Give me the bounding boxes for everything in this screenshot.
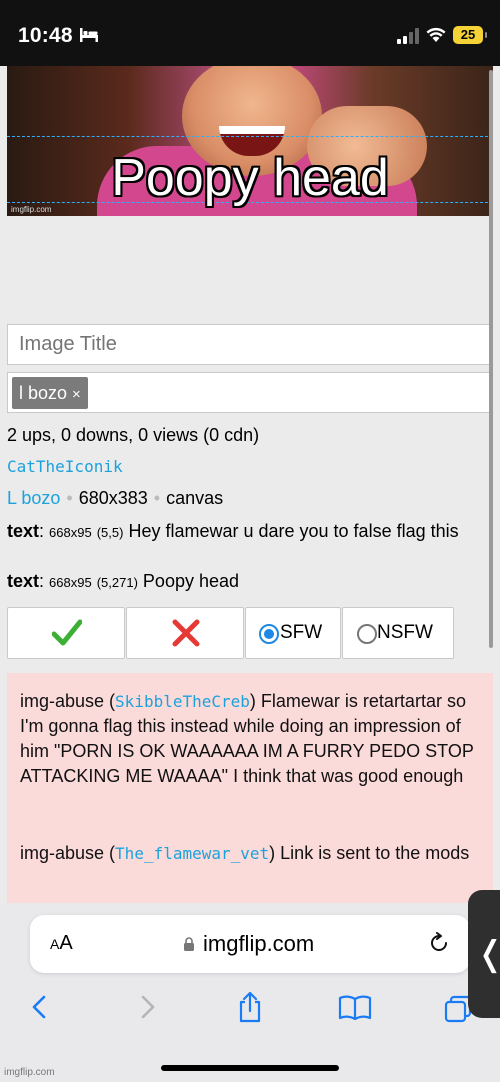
url-domain: imgflip.com (203, 931, 315, 956)
chevron-left-icon: ❬ (476, 934, 500, 974)
checkmark-icon (52, 619, 82, 646)
nsfw-label: NSFW (377, 622, 433, 643)
image-title-input[interactable] (7, 324, 493, 365)
text-box-label: text (7, 521, 40, 541)
nsfw-radio[interactable]: NSFW (342, 607, 454, 659)
wifi-icon (426, 27, 446, 42)
tag-label: l bozo (19, 383, 68, 403)
abuse-report: img-abuse (SkibbleTheCreb) Flamewar is r… (20, 691, 474, 786)
template-link[interactable]: L bozo (7, 488, 60, 508)
side-panel-tab[interactable]: ❬ (468, 890, 500, 1018)
meme-caption: Poopy head (111, 149, 389, 207)
tags-input[interactable]: l bozo × (7, 372, 493, 413)
text-box-position: (5,5) (96, 525, 124, 540)
bed-icon (80, 28, 98, 42)
status-bar: 10:48 25 (0, 0, 500, 66)
browser-toolbar: AA imgflip.com (0, 903, 500, 1082)
sfw-radio[interactable]: SFW (245, 607, 341, 659)
address-bar[interactable]: AA imgflip.com (30, 915, 470, 973)
separator-dot: • (66, 488, 73, 508)
report-message: Link is sent to the mods (280, 843, 470, 863)
text-box-label: text (7, 571, 40, 591)
tag-remove-icon[interactable]: × (72, 386, 81, 403)
bookmarks-icon[interactable] (338, 991, 372, 1023)
report-user-link[interactable]: The_flamewar_vet (115, 844, 269, 863)
share-icon[interactable] (235, 991, 265, 1023)
meme-watermark: imgflip.com (11, 205, 52, 214)
text-box-value: Poopy head (142, 571, 240, 591)
approve-button[interactable] (7, 607, 125, 659)
radio-selected-icon (259, 624, 279, 644)
status-time: 10:48 (18, 24, 73, 47)
meme-image[interactable]: Poopy head imgflip.com (7, 66, 493, 216)
separator-dot: • (153, 488, 161, 508)
abuse-report: img-abuse (The_flamewar_vet) Link is sen… (20, 843, 470, 863)
cross-icon (172, 619, 200, 647)
text-box-info: text: 668x95 (5,271) Poopy head (7, 571, 240, 591)
report-user-link[interactable]: SkibbleTheCreb (115, 692, 250, 711)
textbox-guide-top (7, 136, 493, 137)
text-box-position: (5,271) (96, 575, 138, 590)
image-type: canvas (166, 488, 224, 508)
reject-button[interactable] (126, 607, 244, 659)
reader-options-button[interactable]: AA (50, 932, 73, 955)
tag-chip[interactable]: l bozo × (12, 377, 88, 409)
report-type: img-abuse (20, 691, 105, 711)
text-box-info: text: 668x95 (5,5) Hey flamewar u dare y… (7, 521, 459, 541)
image-dimensions: 680x383 (78, 488, 148, 508)
radio-unselected-icon (357, 624, 377, 644)
home-indicator[interactable] (161, 1065, 339, 1071)
author-link[interactable]: CatTheIconik (7, 457, 123, 476)
cellular-signal-icon (397, 28, 419, 44)
lock-icon (184, 937, 194, 951)
abuse-reports-panel: img-abuse (SkibbleTheCreb) Flamewar is r… (7, 673, 493, 913)
reload-icon[interactable] (428, 932, 450, 954)
forward-icon[interactable] (132, 991, 162, 1023)
text-box-size: 668x95 (49, 575, 92, 590)
sfw-label: SFW (280, 622, 323, 643)
report-type: img-abuse (20, 843, 105, 863)
page-scrollbar[interactable] (489, 70, 493, 648)
image-stats: 2 ups, 0 downs, 0 views (0 cdn) (7, 425, 260, 445)
image-meta: L bozo • 680x383 • canvas (7, 488, 223, 509)
back-icon[interactable] (26, 991, 56, 1023)
battery-icon: 25 (453, 26, 487, 44)
footer-watermark: imgflip.com (4, 1067, 55, 1078)
text-box-size: 668x95 (49, 525, 92, 540)
text-box-value: Hey flamewar u dare you to false flag th… (128, 521, 459, 541)
